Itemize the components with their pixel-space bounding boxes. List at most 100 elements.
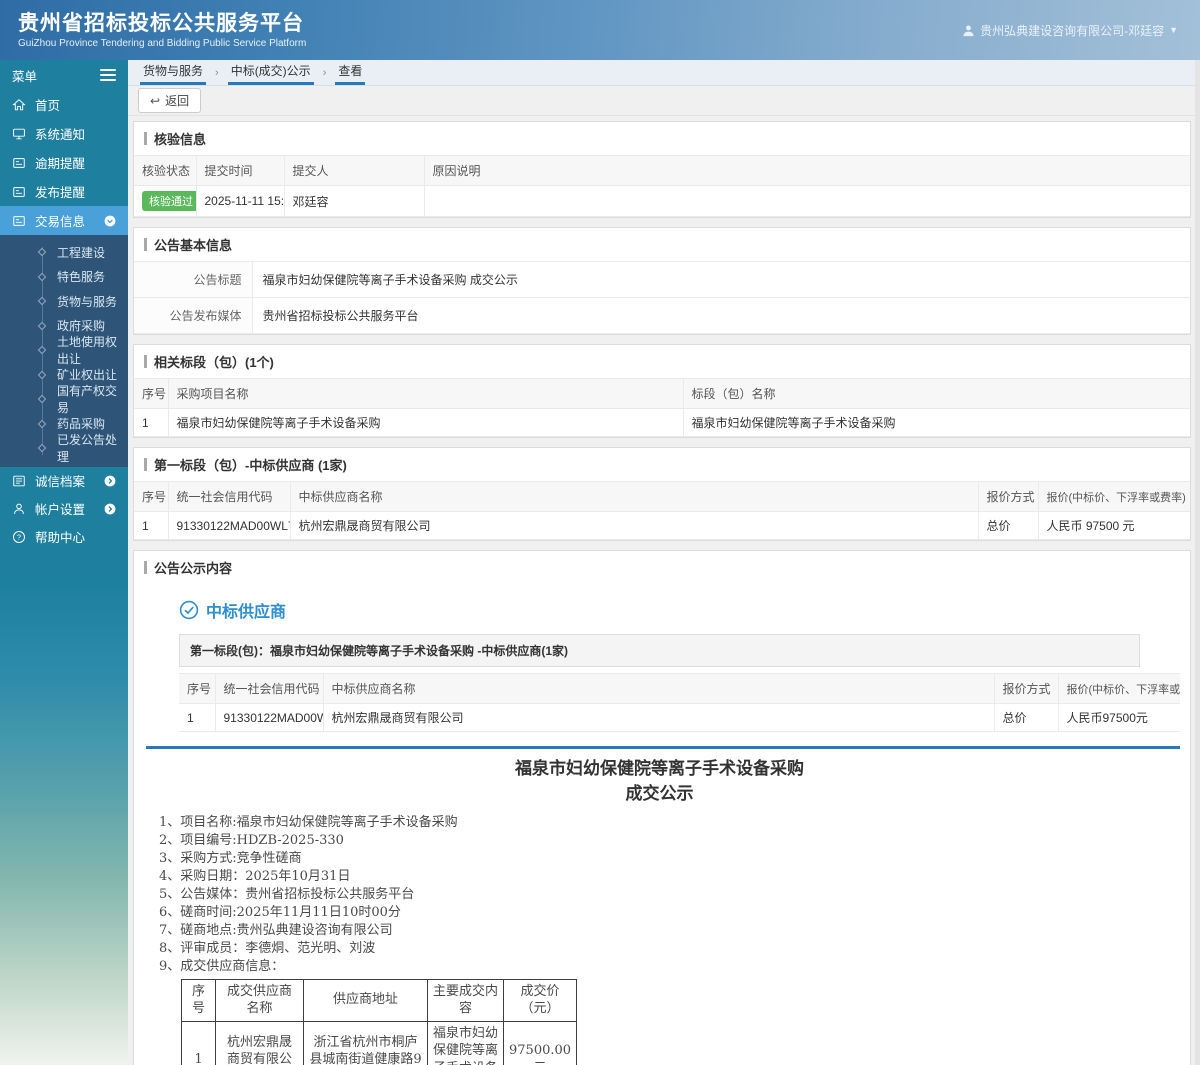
- col-header: 报价(中标价、下浮率或费率): [1058, 673, 1180, 704]
- col-header: 中标供应商名称: [290, 481, 979, 512]
- breadcrumb-award-notice[interactable]: 中标(成交)公示: [227, 59, 314, 85]
- app-screen: 贵州省招标投标公共服务平台 GuiZhou Province Tendering…: [0, 0, 1200, 1065]
- user-name: 贵州弘典建设咨询有限公司-邓廷容: [980, 23, 1165, 38]
- field-value: 福泉市妇幼保健院等离子手术设备采购 成交公示: [252, 261, 1190, 298]
- row-index: 1: [134, 511, 169, 540]
- person-icon: [14, 503, 24, 514]
- app-header: 贵州省招标投标公共服务平台 GuiZhou Province Tendering…: [0, 0, 1200, 60]
- sidebar: 菜单 首页 系统通知 逾期提醒 发布提醒 交易信息 工程建设 特色服务 货物与服…: [0, 60, 128, 1065]
- home-icon: [12, 98, 26, 110]
- supplier-name: 杭州宏鼎晟商贸有限公司: [215, 1020, 304, 1065]
- col-header: 报价方式: [994, 673, 1059, 704]
- row-index: 1: [134, 408, 169, 437]
- monitor-icon: [13, 128, 25, 139]
- credit-code: 91330122MAD00WL79P: [168, 511, 291, 540]
- doc-body: 1、项目名称:福泉市妇幼保健院等离子手术设备采购 2、项目编号:HDZB-202…: [159, 814, 1160, 1065]
- col-header: 序号: [134, 481, 169, 512]
- row-index: 1: [181, 1020, 216, 1065]
- table-row: 公告标题 福泉市妇幼保健院等离子手术设备采购 成交公示: [134, 261, 1190, 298]
- list-icon: [13, 475, 25, 486]
- related-table: 序号 采购项目名称 标段（包）名称 1 福泉市妇幼保健院等离子手术设备采购 福泉…: [134, 378, 1190, 437]
- submenu-item-engineering[interactable]: 工程建设: [0, 240, 128, 265]
- chevron-down-circle-icon: [104, 215, 116, 226]
- col-header: 核验状态: [134, 155, 197, 186]
- chevron-right-circle-icon: [104, 503, 116, 514]
- verification-panel: 核验信息 核验状态 提交时间 提交人 原因说明 核验通过 2025-11-11 …: [133, 121, 1191, 218]
- verification-table: 核验状态 提交时间 提交人 原因说明 核验通过 2025-11-11 15:24…: [134, 155, 1190, 217]
- submenu-label: 药品采购: [57, 417, 106, 432]
- sidebar-item-overdue-reminder[interactable]: 逾期提醒: [0, 148, 128, 177]
- submenu-item-goods-services[interactable]: 货物与服务: [0, 289, 128, 314]
- sidebar-item-help-center[interactable]: ? 帮助中心: [0, 523, 128, 551]
- credit-code: 91330122MAD00WL79P: [215, 703, 324, 732]
- sidebar-menu-header: 菜单: [0, 60, 128, 90]
- doc-line: 1、项目名称:福泉市妇幼保健院等离子手术设备采购: [159, 815, 458, 831]
- field-value: 贵州省招标投标公共服务平台: [252, 297, 1190, 334]
- chevron-right-icon: ›: [322, 67, 327, 79]
- section-title-announcement: 公告基本信息: [134, 228, 1190, 261]
- col-header: 原因说明: [424, 155, 1190, 186]
- user-menu[interactable]: 贵州弘典建设咨询有限公司-邓廷容 ▼: [962, 22, 1178, 39]
- doc-title-line2: 成交公示: [625, 783, 694, 804]
- menu-label: 菜单: [12, 69, 38, 84]
- col-header: 标段（包）名称: [683, 378, 1190, 409]
- deal-price: 97500.00元: [502, 1020, 578, 1065]
- announcement-table: 公告标题 福泉市妇幼保健院等离子手术设备采购 成交公示 公告发布媒体 贵州省招标…: [134, 261, 1190, 334]
- sidebar-item-account-settings[interactable]: 帐户设置: [0, 495, 128, 523]
- quote-type: 总价: [994, 703, 1059, 732]
- notice-content-panel: 公告公示内容 中标供应商 第一标段(包)：福泉市妇幼保健院等离子手术设备采购 -…: [133, 550, 1191, 1065]
- doc-line: 5、公告媒体：贵州省招标投标公共服务平台: [159, 887, 415, 903]
- sidebar-item-label: 帮助中心: [35, 531, 86, 545]
- section-title-related: 相关标段（包）(1个): [134, 345, 1190, 378]
- col-header: 主要成交内容: [427, 978, 504, 1022]
- submenu-item-published-notices[interactable]: 已发公告处理: [0, 433, 128, 464]
- table-row: 1 91330122MAD00WL79P 杭州宏鼎晟商贸有限公司 总价 人民币9…: [179, 703, 1180, 732]
- doc-title-line1: 福泉市妇幼保健院等离子手术设备采购: [515, 759, 804, 779]
- section-sub-header: 第一标段(包)：福泉市妇幼保健院等离子手术设备采购 -中标供应商(1家): [179, 634, 1140, 667]
- supplier-address: 浙江省杭州市桐庐县城南街道健康路9号3号楼4楼410室: [303, 1020, 428, 1065]
- table-row: 核验通过 2025-11-11 15:24 邓廷容: [134, 185, 1190, 217]
- section-title-winner: 第一标段（包）-中标供应商 (1家): [134, 448, 1190, 481]
- col-header: 序号: [134, 378, 169, 409]
- toolbar: ↩ 返回: [128, 86, 1195, 116]
- sidebar-item-transaction-info[interactable]: 交易信息: [0, 206, 128, 235]
- project-name: 福泉市妇幼保健院等离子手术设备采购: [168, 408, 684, 437]
- submenu-item-special-services[interactable]: 特色服务: [0, 265, 128, 290]
- col-header: 成交供应商名称: [215, 978, 304, 1022]
- breadcrumb-goods-services[interactable]: 货物与服务: [140, 59, 207, 85]
- status-badge: 核验通过: [142, 191, 195, 211]
- sidebar-item-notifications[interactable]: 系统通知: [0, 119, 128, 148]
- table-row: 1 福泉市妇幼保健院等离子手术设备采购 福泉市妇幼保健院等离子手术设备采购: [134, 408, 1190, 437]
- col-header: 供应商地址: [303, 978, 428, 1022]
- table-row: 公告发布媒体 贵州省招标投标公共服务平台: [134, 297, 1190, 334]
- quote-value: 人民币 97500 元: [1038, 511, 1190, 540]
- winner-panel: 第一标段（包）-中标供应商 (1家) 序号 统一社会信用代码 中标供应商名称 报…: [133, 447, 1191, 541]
- col-header: 报价(中标价、下浮率或费率): [1038, 481, 1190, 512]
- sidebar-item-home[interactable]: 首页: [0, 90, 128, 119]
- divider: [146, 746, 1180, 749]
- submenu-item-land-use[interactable]: 土地使用权出让: [0, 335, 128, 366]
- back-button[interactable]: ↩ 返回: [138, 88, 202, 113]
- content-supplier-table: 序号 统一社会信用代码 中标供应商名称 报价方式 报价(中标价、下浮率或费率) …: [179, 673, 1180, 732]
- hamburger-icon[interactable]: [100, 69, 116, 81]
- col-header: 统一社会信用代码: [168, 481, 291, 512]
- winner-table: 序号 统一社会信用代码 中标供应商名称 报价方式 报价(中标价、下浮率或费率) …: [134, 481, 1190, 540]
- section-title-content: 公告公示内容: [134, 551, 1190, 584]
- submenu-item-state-property[interactable]: 国有产权交易: [0, 384, 128, 415]
- col-header: 序号: [179, 673, 216, 704]
- brand: 贵州省招标投标公共服务平台 GuiZhou Province Tendering…: [18, 11, 306, 49]
- sidebar-item-label: 发布提醒: [35, 186, 86, 200]
- submitter: 邓廷容: [284, 185, 425, 217]
- supplier-heading: 中标供应商: [179, 598, 1180, 622]
- supplier-name: 杭州宏鼎晟商贸有限公司: [323, 703, 995, 732]
- submenu-label: 工程建设: [57, 245, 106, 260]
- sidebar-item-publish-reminder[interactable]: 发布提醒: [0, 177, 128, 206]
- doc-line: 7、磋商地点:贵州弘典建设咨询有限公司: [159, 922, 393, 938]
- sidebar-footer: 诚信档案 帐户设置 ? 帮助中心: [0, 467, 128, 551]
- notice-document: 福泉市妇幼保健院等离子手术设备采购 成交公示 1、项目名称:福泉市妇幼保健院等离…: [159, 757, 1160, 1065]
- document-icon: [13, 157, 25, 168]
- back-label: 返回: [165, 94, 190, 108]
- doc-line: 9、成交供应商信息：: [159, 958, 285, 974]
- sidebar-item-credit-archive[interactable]: 诚信档案: [0, 467, 128, 495]
- breadcrumb-view[interactable]: 查看: [335, 59, 366, 85]
